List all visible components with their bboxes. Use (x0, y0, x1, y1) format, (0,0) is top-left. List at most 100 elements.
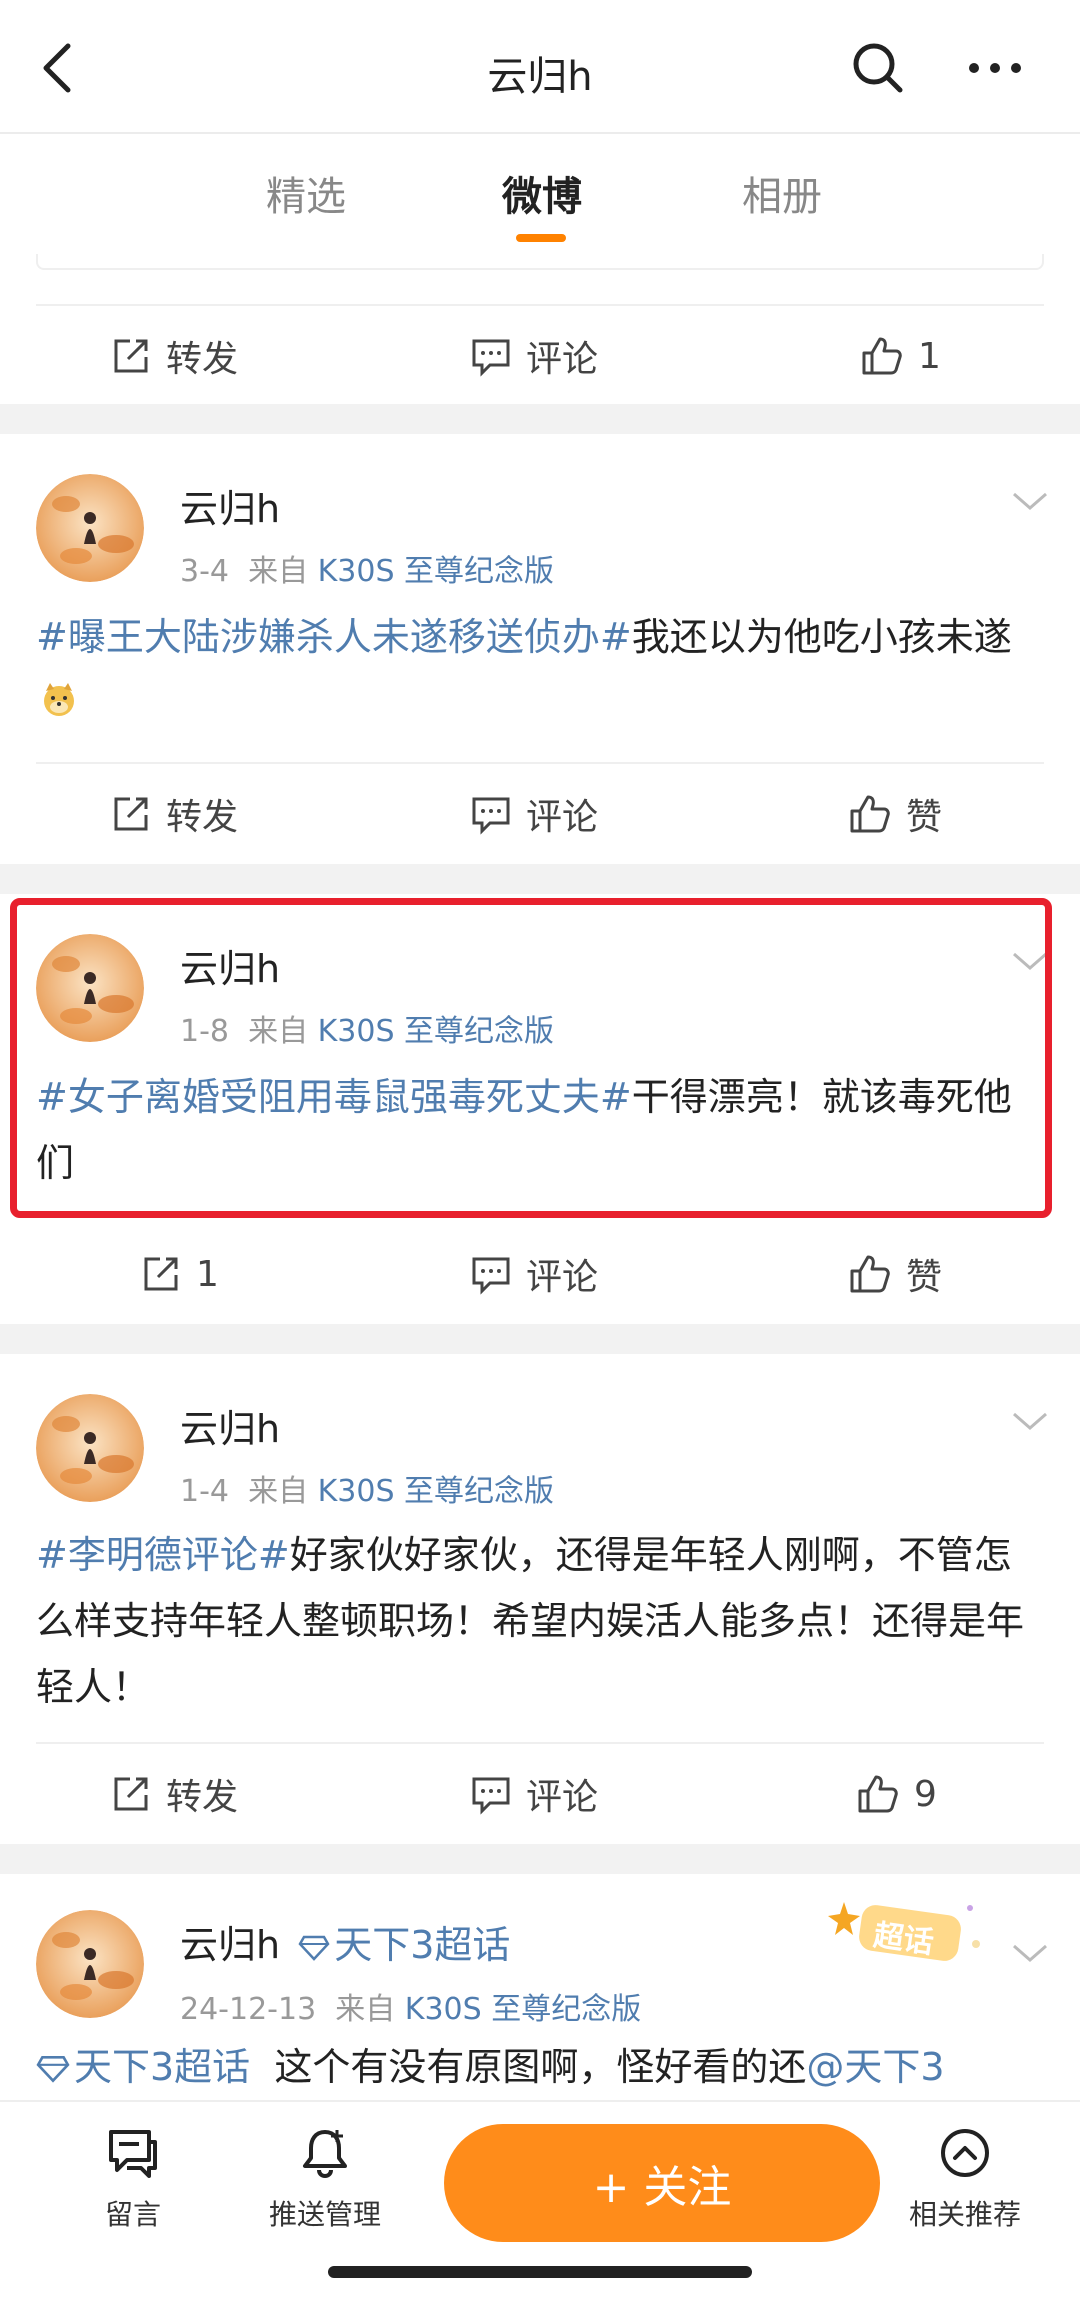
from-label: 来自 (248, 554, 309, 589)
like-button[interactable]: 赞 (848, 1246, 942, 1302)
comment-icon (472, 1777, 510, 1815)
repost-button[interactable]: 转发 (110, 786, 238, 842)
avatar[interactable] (36, 1910, 144, 2018)
doge-emoji-icon (40, 673, 78, 739)
like-button[interactable]: 1 (860, 328, 941, 384)
post-meta: 24-12-13 来自 K30S 至尊纪念版 (180, 1984, 641, 2028)
post-card[interactable]: 云归h 3-4 来自 K30S 至尊纪念版 #曝王大陆涉嫌杀人未遂移送侦办#我还… (0, 434, 1080, 864)
comment-button[interactable]: 评论 (470, 786, 598, 842)
hashtag-topic[interactable]: #李明德评论# (36, 1533, 290, 1577)
post-meta: 1-4 来自 K30S 至尊纪念版 (180, 1466, 554, 1510)
comment-button[interactable]: 评论 (470, 1246, 598, 1302)
username-row: 云归h 天下3超话 (180, 1914, 510, 1970)
repost-button[interactable]: 1 (140, 1246, 219, 1302)
post-date: 24-12-13 (180, 1992, 317, 2027)
top-bar: 云归h (0, 0, 1080, 134)
supertopic-badge: 超话 (826, 1896, 986, 1966)
push-settings-button[interactable]: 推送管理 (262, 2126, 388, 2233)
home-indicator[interactable] (328, 2266, 752, 2278)
repost-label: 转发 (166, 1777, 239, 1818)
message-button[interactable]: 留言 (90, 2126, 176, 2233)
message-label: 留言 (104, 2198, 161, 2231)
previous-post-card: 转发 评论 1 (0, 254, 1080, 404)
feed-gap (0, 1324, 1080, 1354)
related-label: 相关推荐 (908, 2198, 1021, 2231)
action-divider (36, 1742, 1044, 1744)
avatar[interactable] (36, 1394, 144, 1502)
post-body: 我还以为他吃小孩未遂 (631, 615, 1012, 659)
repost-button[interactable]: 转发 (110, 1766, 238, 1822)
hashtag-topic[interactable]: #曝王大陆涉嫌杀人未遂移送侦办# (36, 615, 632, 659)
post-text: #曝王大陆涉嫌杀人未遂移送侦办#我还以为他吃小孩未遂 (36, 604, 1046, 739)
search-icon[interactable] (848, 38, 908, 98)
chevron-down-icon[interactable] (1010, 486, 1050, 516)
feed-gap (0, 404, 1080, 434)
comment-icon (472, 797, 510, 835)
related-recommend-button[interactable]: 相关推荐 (902, 2126, 1028, 2233)
thumbs-up-icon (862, 337, 902, 375)
highlight-annotation-box (10, 898, 1052, 1218)
push-label: 推送管理 (268, 2198, 381, 2231)
post-text: 天下3超话 这个有没有原图啊，怪好看的还@天下3 (36, 2034, 1046, 2100)
username[interactable]: 云归h (180, 1398, 280, 1453)
thumbs-up-icon (858, 1775, 898, 1813)
tab-weibo[interactable]: 微博 (462, 164, 622, 222)
like-label: 赞 (906, 797, 943, 838)
action-divider (36, 762, 1044, 764)
post-card[interactable]: 云归h 天下3超话 超话 24-12-13 来自 K30S 至尊纪念版 天下3超… (0, 1874, 1080, 2100)
like-button[interactable]: 赞 (848, 786, 942, 842)
mention-link[interactable]: @天下3 (806, 2045, 944, 2089)
repost-label: 转发 (166, 339, 239, 380)
repost-button[interactable]: 转发 (110, 328, 238, 384)
like-count: 1 (918, 335, 941, 377)
feed-gap (0, 864, 1080, 894)
repost-icon (114, 339, 148, 373)
action-divider (36, 304, 1044, 306)
post-date: 3-4 (180, 554, 229, 589)
tab-featured[interactable]: 精选 (226, 164, 386, 222)
repost-label: 转发 (166, 797, 239, 838)
like-button[interactable]: 9 (856, 1766, 937, 1822)
post-date: 1-4 (180, 1474, 229, 1509)
comment-label: 评论 (526, 797, 599, 838)
diamond-icon (298, 1926, 330, 1970)
comment-icon (472, 1257, 510, 1295)
source-device[interactable]: K30S 至尊纪念版 (405, 1992, 641, 2027)
username[interactable]: 云归h (180, 1923, 280, 1967)
comment-label: 评论 (526, 1257, 599, 1298)
from-label: 来自 (248, 1474, 309, 1509)
like-label: 赞 (906, 1257, 943, 1298)
from-label: 来自 (335, 1992, 396, 2027)
repost-count: 1 (196, 1253, 219, 1295)
username[interactable]: 云归h (180, 478, 280, 533)
diamond-icon (36, 2037, 70, 2101)
post-card[interactable]: 云归h 1-4 来自 K30S 至尊纪念版 #李明德评论#好家伙好家伙，还得是年… (0, 1354, 1080, 1844)
thumbs-up-icon (850, 795, 890, 833)
tab-active-indicator (516, 234, 566, 242)
message-icon (109, 2130, 157, 2178)
tab-bar: 精选 微博 相册 (0, 134, 1080, 254)
avatar[interactable] (36, 474, 144, 582)
repost-icon (114, 1777, 148, 1811)
supertopic-tag[interactable]: 天下3超话 (74, 2045, 250, 2089)
comment-button[interactable]: 评论 (470, 1766, 598, 1822)
thumbs-up-icon (850, 1255, 890, 1293)
post-body: 这个有没有原图啊，怪好看的还 (274, 2045, 807, 2089)
comment-label: 评论 (526, 339, 599, 380)
repost-icon (144, 1257, 178, 1291)
supertopic-link[interactable]: 天下3超话 (334, 1923, 510, 1967)
source-device[interactable]: K30S 至尊纪念版 (318, 554, 554, 589)
comment-icon (472, 339, 510, 377)
tab-album[interactable]: 相册 (702, 164, 862, 222)
source-device[interactable]: K30S 至尊纪念版 (318, 1474, 554, 1509)
follow-button[interactable]: + 关注 (444, 2124, 880, 2242)
chevron-up-circle-icon (941, 2129, 989, 2177)
post-meta: 3-4 来自 K30S 至尊纪念版 (180, 546, 554, 590)
repost-icon (114, 797, 148, 831)
chevron-down-icon[interactable] (1010, 1406, 1050, 1436)
comment-button[interactable]: 评论 (470, 328, 598, 384)
page-title: 云归h (487, 54, 593, 100)
chevron-down-icon[interactable] (1010, 1938, 1050, 1968)
more-icon[interactable] (960, 38, 1030, 98)
like-count: 9 (914, 1773, 937, 1815)
